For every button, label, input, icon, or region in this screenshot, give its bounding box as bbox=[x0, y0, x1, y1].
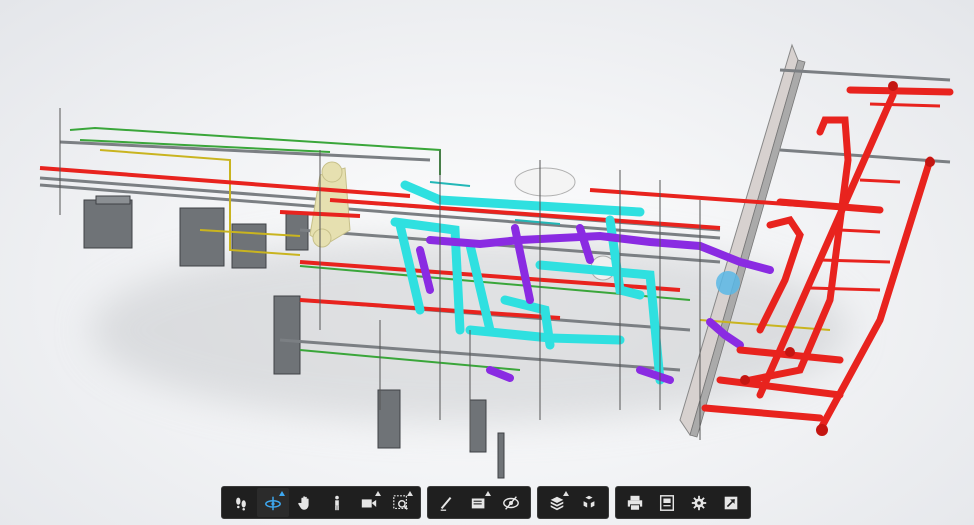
dropdown-indicator-icon bbox=[485, 491, 491, 496]
pan-tool[interactable] bbox=[289, 488, 321, 517]
settings-icon bbox=[691, 495, 707, 510]
orbit-icon bbox=[265, 496, 281, 510]
viewer-toolbar bbox=[221, 486, 751, 519]
dropdown-indicator-icon bbox=[279, 491, 285, 496]
settings-tool-group bbox=[615, 486, 751, 519]
section-icon bbox=[471, 498, 485, 508]
properties-tool[interactable] bbox=[651, 488, 683, 517]
model-browser-icon bbox=[550, 496, 564, 510]
person-icon bbox=[335, 495, 339, 510]
dropdown-indicator-icon bbox=[375, 491, 381, 496]
navigation-tool-group bbox=[221, 486, 421, 519]
fullscreen-tool[interactable] bbox=[715, 488, 747, 517]
measure-icon bbox=[440, 496, 452, 511]
section-tool[interactable] bbox=[463, 488, 495, 517]
pan-icon bbox=[298, 495, 309, 510]
settings-tool[interactable] bbox=[683, 488, 715, 517]
3d-viewer-canvas[interactable] bbox=[0, 0, 974, 525]
fullscreen-icon bbox=[724, 496, 738, 509]
camera-icon bbox=[361, 498, 377, 507]
walk-icon bbox=[236, 497, 246, 511]
model-browser-tool[interactable] bbox=[541, 488, 573, 517]
dropdown-indicator-icon bbox=[407, 491, 413, 496]
walk-tool[interactable] bbox=[225, 488, 257, 517]
model-tool-group bbox=[537, 486, 609, 519]
dropdown-indicator-icon bbox=[563, 491, 569, 496]
explode-tool[interactable] bbox=[573, 488, 605, 517]
zoom-window-tool[interactable] bbox=[385, 488, 417, 517]
properties-icon bbox=[659, 494, 675, 511]
explode-icon bbox=[583, 495, 595, 507]
measure-tool[interactable] bbox=[431, 488, 463, 517]
markup-tool-group bbox=[427, 486, 531, 519]
print-icon bbox=[627, 495, 643, 511]
bim-mep-model[interactable] bbox=[0, 0, 974, 525]
hide-tool[interactable] bbox=[495, 488, 527, 517]
zoom-window-icon bbox=[393, 494, 408, 510]
first-person-tool[interactable] bbox=[321, 488, 353, 517]
camera-tool[interactable] bbox=[353, 488, 385, 517]
hide-icon bbox=[503, 495, 519, 510]
orbit-tool[interactable] bbox=[257, 488, 289, 517]
print-tool[interactable] bbox=[619, 488, 651, 517]
